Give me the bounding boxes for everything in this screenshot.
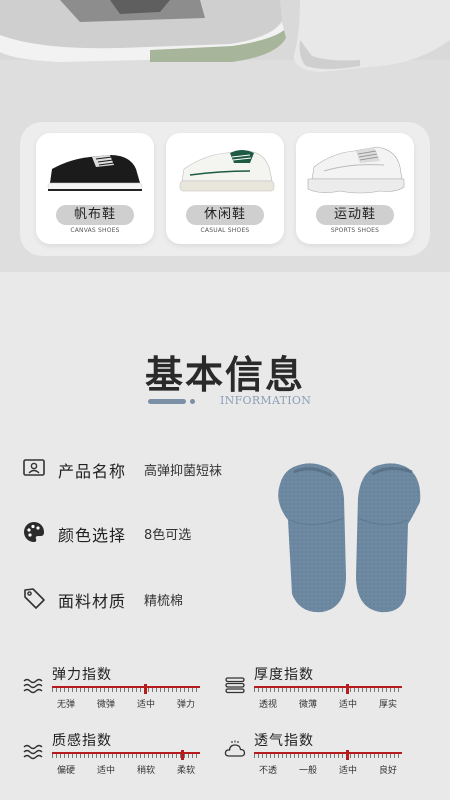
index-options: 透视 微薄 适中 厚实 [248, 697, 408, 710]
index-options: 偏硬 适中 稍软 柔软 [46, 763, 206, 776]
shoe-en-name: CASUAL SHOES [200, 227, 250, 234]
info-label: 颜色选择 [58, 526, 127, 545]
shoe-card-canvas[interactable]: 帆布鞋 CANVAS SHOES [36, 133, 154, 244]
shoe-en-name: SPORTS SHOES [330, 227, 380, 234]
shoe-name: 帆布鞋 [56, 205, 134, 225]
index-option: 良好 [378, 766, 397, 776]
index-title: 透气指数 [254, 733, 314, 749]
palette-icon [24, 522, 44, 542]
index-scale [254, 686, 402, 692]
index-option: 适中 [136, 700, 155, 710]
tag-icon [24, 588, 45, 609]
index-option: 适中 [96, 766, 115, 776]
info-value: 8色可选 [144, 528, 192, 543]
index-option: 透视 [258, 700, 277, 710]
index-option: 稍软 [136, 766, 155, 776]
wave-icon [23, 678, 43, 694]
index-option: 柔软 [176, 766, 195, 776]
wave-icon [23, 744, 43, 760]
section-title: 基本信息 [144, 352, 305, 397]
index-option: 适中 [338, 700, 357, 710]
index-option: 厚实 [378, 700, 397, 710]
index-marker [180, 750, 184, 760]
title-decor-dot [190, 399, 195, 404]
casual-shoe-image [179, 150, 275, 192]
index-texture: 质感指数 偏硬 适中 稍软 柔软 [22, 730, 202, 786]
id-card-icon [23, 459, 45, 476]
index-marker [345, 684, 349, 694]
index-thickness: 厚度指数 透视 微薄 适中 厚实 [224, 664, 404, 720]
index-breathability: 透气指数 不透 一般 适中 良好 [224, 730, 404, 786]
index-option: 微弹 [96, 700, 115, 710]
shoe-card-sports[interactable]: 运动鞋 SPORTS SHOES [296, 133, 414, 244]
cloud-icon [224, 740, 246, 757]
index-title: 质感指数 [52, 733, 112, 749]
index-option: 微薄 [298, 700, 317, 710]
index-scale [52, 752, 200, 758]
shoe-en-name: CANVAS SHOES [70, 227, 120, 234]
index-option: 适中 [338, 766, 357, 776]
socks-product-image [278, 463, 421, 613]
index-option: 偏硬 [56, 766, 75, 776]
index-marker [345, 750, 349, 760]
index-title: 弹力指数 [52, 667, 112, 683]
section-subtitle: INFORMATION [220, 394, 312, 407]
index-option: 一般 [298, 766, 317, 776]
layers-icon [225, 677, 245, 694]
index-marker [143, 684, 147, 694]
index-option: 不透 [258, 766, 277, 776]
index-scale [52, 686, 200, 692]
index-elasticity: 弹力指数 无弹 微弹 适中 弹力 [22, 664, 202, 720]
info-label: 面料材质 [58, 592, 127, 611]
title-decor-bar [148, 399, 186, 404]
index-title: 厚度指数 [254, 667, 314, 683]
index-options: 不透 一般 适中 良好 [248, 763, 408, 776]
index-scale [254, 752, 402, 758]
info-value: 高弹抑菌短袜 [144, 464, 223, 479]
sports-shoe-image [307, 146, 405, 194]
shoe-card-casual[interactable]: 休闲鞋 CASUAL SHOES [166, 133, 284, 244]
canvas-shoe-image [47, 155, 143, 191]
info-value: 精梳棉 [144, 594, 184, 609]
index-option: 无弹 [56, 700, 75, 710]
shoe-name: 休闲鞋 [186, 205, 264, 225]
index-options: 无弹 微弹 适中 弹力 [46, 697, 206, 710]
info-label: 产品名称 [58, 462, 127, 481]
shoe-name: 运动鞋 [316, 205, 394, 225]
index-option: 弹力 [176, 700, 195, 710]
